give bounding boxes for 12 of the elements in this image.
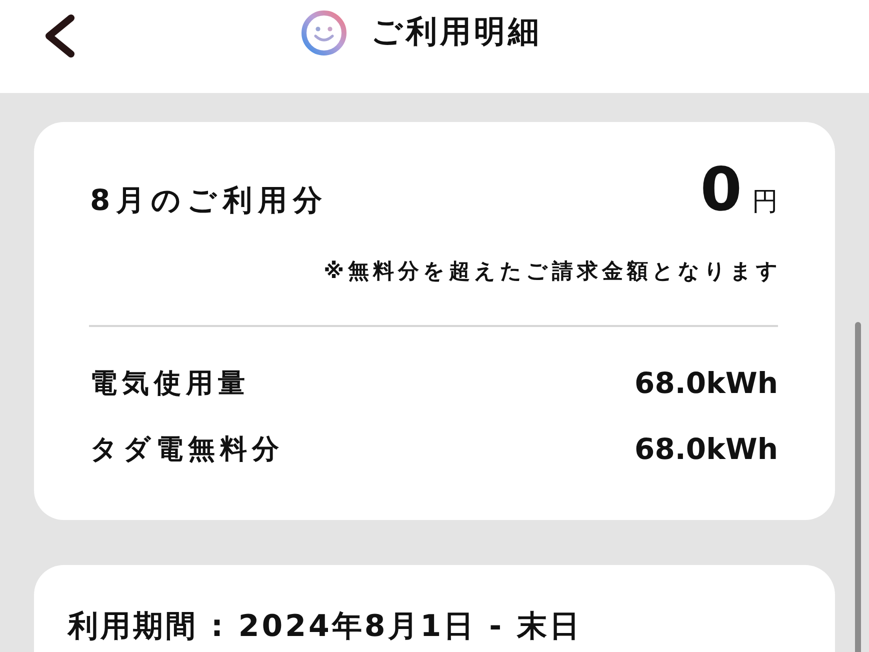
- billing-month-label: 8月のご利用分: [90, 182, 328, 219]
- billing-note: ※無料分を超えたご請求金額となります: [324, 258, 782, 285]
- smiley-face-icon: [301, 10, 347, 56]
- usage-value: 68.0kWh: [634, 432, 778, 466]
- currency-unit: 円: [752, 186, 778, 219]
- usage-label: 電気使用量: [90, 367, 250, 401]
- usage-period-text: 利用期間 : 2024年8月1日 - 末日: [68, 609, 582, 644]
- usage-label: タダ電無料分: [90, 433, 284, 467]
- scrollbar-thumb[interactable]: [855, 322, 861, 652]
- page-title: ご利用明細: [371, 14, 542, 52]
- usage-value: 68.0kWh: [634, 366, 778, 400]
- amount-value: 0: [700, 160, 742, 220]
